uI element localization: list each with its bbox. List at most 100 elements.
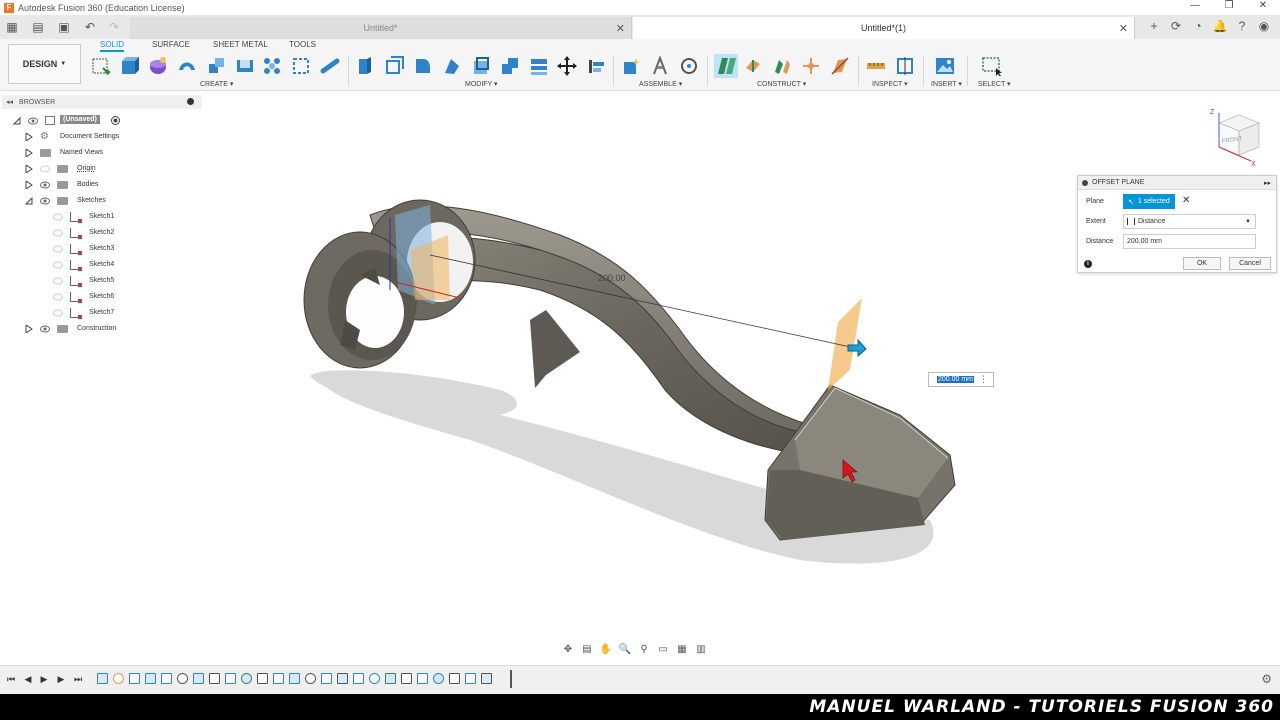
draft-icon[interactable] [471, 56, 491, 76]
grid-icon[interactable]: ▦ [674, 642, 690, 656]
visibility-eye-icon[interactable] [40, 181, 50, 189]
step-forward-icon[interactable]: ▶ [55, 673, 67, 685]
look-at-icon[interactable]: ▤ [579, 642, 595, 656]
tree-item-sketch[interactable]: Sketch5 [0, 273, 200, 288]
fit-icon[interactable]: ⚲ [636, 642, 652, 656]
cancel-button[interactable]: Cancel [1229, 257, 1271, 270]
group-select[interactable]: SELECT ▾ [978, 80, 1011, 88]
hidden-eye-icon[interactable] [53, 229, 63, 237]
clear-selection-icon[interactable]: ✕ [1182, 195, 1190, 206]
expand-right-icon[interactable] [25, 148, 33, 157]
group-construct[interactable]: CONSTRUCT ▾ [757, 80, 806, 88]
shell-icon[interactable] [235, 56, 255, 76]
tree-item-sketches[interactable]: Sketches [0, 193, 200, 208]
go-to-start-icon[interactable]: ⏮ [5, 673, 17, 685]
pattern-icon[interactable] [262, 56, 282, 76]
hidden-eye-icon[interactable] [53, 261, 63, 269]
close-tab-icon[interactable]: ✕ [616, 22, 625, 35]
plane-selection-button[interactable]: ↖ 1 selected [1123, 194, 1175, 209]
hidden-eye-icon[interactable] [53, 245, 63, 253]
extensions-icon[interactable]: ⟳ [1168, 17, 1184, 35]
visibility-eye-icon[interactable] [40, 197, 50, 205]
pin-icon[interactable] [187, 98, 194, 105]
restore-button[interactable]: ❐ [1212, 0, 1246, 11]
timeline-feature-icon[interactable] [177, 673, 188, 684]
mirror-icon[interactable] [291, 56, 311, 76]
collapse-panel-icon[interactable]: ◂◂ [6, 98, 13, 106]
close-tab-icon[interactable]: ✕ [1119, 22, 1128, 35]
tab-sheet-metal[interactable]: SHEET METAL [213, 40, 268, 49]
pan-icon[interactable]: ✋ [598, 642, 614, 656]
timeline-feature-icon[interactable] [225, 673, 236, 684]
shell-modify-icon[interactable] [442, 56, 462, 76]
app-grid-icon[interactable]: ▦ [2, 17, 22, 37]
axis-icon[interactable] [801, 56, 821, 76]
extent-select[interactable]: Distance ▼ [1123, 214, 1256, 229]
motion-study-icon[interactable] [679, 56, 699, 76]
tab-solid[interactable]: SOLID [100, 40, 125, 52]
align-icon[interactable] [586, 56, 606, 76]
tree-item-sketch[interactable]: Sketch6 [0, 289, 200, 304]
visibility-eye-icon[interactable] [28, 117, 38, 125]
extrude-icon[interactable] [119, 56, 139, 76]
expand-right-icon[interactable] [25, 164, 33, 173]
minimize-button[interactable]: — [1178, 0, 1212, 11]
display-settings-icon[interactable]: ▭ [655, 642, 671, 656]
timeline-feature-icon[interactable] [305, 673, 316, 684]
group-inspect[interactable]: INSPECT ▾ [872, 80, 908, 88]
tree-item-construction[interactable]: Construction [0, 321, 200, 336]
step-back-icon[interactable]: ◀ [22, 673, 34, 685]
expand-dialog-icon[interactable]: ▸▸ [1264, 179, 1271, 187]
tab-tools[interactable]: TOOLS [289, 40, 316, 49]
plane-at-angle-icon[interactable] [743, 56, 763, 76]
timeline-feature-icon[interactable] [97, 673, 108, 684]
visibility-eye-icon[interactable] [40, 325, 50, 333]
notifications-icon[interactable]: 🔔 [1212, 17, 1228, 35]
tree-item-origin[interactable]: Origin [0, 161, 200, 176]
tree-item-sketch[interactable]: Sketch7 [0, 305, 200, 320]
combine-icon[interactable] [500, 56, 520, 76]
expand-down-icon[interactable] [25, 196, 33, 205]
group-insert[interactable]: INSERT ▾ [931, 80, 962, 88]
hidden-eye-icon[interactable] [53, 293, 63, 301]
timeline-feature-icon[interactable] [337, 673, 348, 684]
timeline-feature-icon[interactable] [433, 673, 444, 684]
timeline-feature-icon[interactable] [209, 673, 220, 684]
hidden-eye-icon[interactable] [53, 309, 63, 317]
select-window-icon[interactable] [982, 56, 1002, 76]
timeline-feature-icon[interactable] [321, 673, 332, 684]
timeline-settings-icon[interactable]: ⚙ [1261, 672, 1272, 686]
timeline-feature-icon[interactable] [257, 673, 268, 684]
distance-value-text[interactable]: 200.00 mm [937, 376, 975, 383]
tab-surface[interactable]: SURFACE [152, 40, 190, 49]
timeline-feature-icon[interactable] [369, 673, 380, 684]
undo-icon[interactable]: ↶ [80, 17, 100, 37]
timeline-feature-icon[interactable] [401, 673, 412, 684]
timeline-feature-icon[interactable] [289, 673, 300, 684]
timeline-feature-icon[interactable] [145, 673, 156, 684]
workspace-switcher[interactable]: DESIGN ▼ [8, 44, 81, 84]
loft-icon[interactable] [206, 56, 226, 76]
new-tab-icon[interactable]: + [1146, 17, 1162, 35]
zoom-icon[interactable]: 🔍 [617, 642, 633, 656]
hidden-eye-icon[interactable] [40, 165, 50, 173]
go-to-end-icon[interactable]: ⏭ [72, 673, 84, 685]
midplane-icon[interactable] [772, 56, 792, 76]
section-analysis-icon[interactable] [895, 56, 915, 76]
timeline-feature-icon[interactable] [161, 673, 172, 684]
joint-icon[interactable] [650, 56, 670, 76]
help-icon[interactable]: ? [1234, 17, 1250, 35]
insert-image-icon[interactable] [935, 56, 955, 76]
timeline-feature-icon[interactable] [273, 673, 284, 684]
group-modify[interactable]: MODIFY ▾ [465, 80, 498, 88]
pipe-icon[interactable] [320, 56, 340, 76]
timeline-feature-icon[interactable] [353, 673, 364, 684]
info-icon[interactable]: i [1084, 260, 1092, 268]
expand-right-icon[interactable] [25, 180, 33, 189]
view-cube[interactable]: FRONT Z X [1207, 105, 1267, 167]
more-options-icon[interactable]: ⋮ [979, 374, 988, 385]
tree-item-sketch[interactable]: Sketch2 [0, 225, 200, 240]
ok-button[interactable]: OK [1183, 257, 1221, 270]
save-icon[interactable]: ▣ [54, 17, 74, 37]
tree-item-sketch[interactable]: Sketch4 [0, 257, 200, 272]
